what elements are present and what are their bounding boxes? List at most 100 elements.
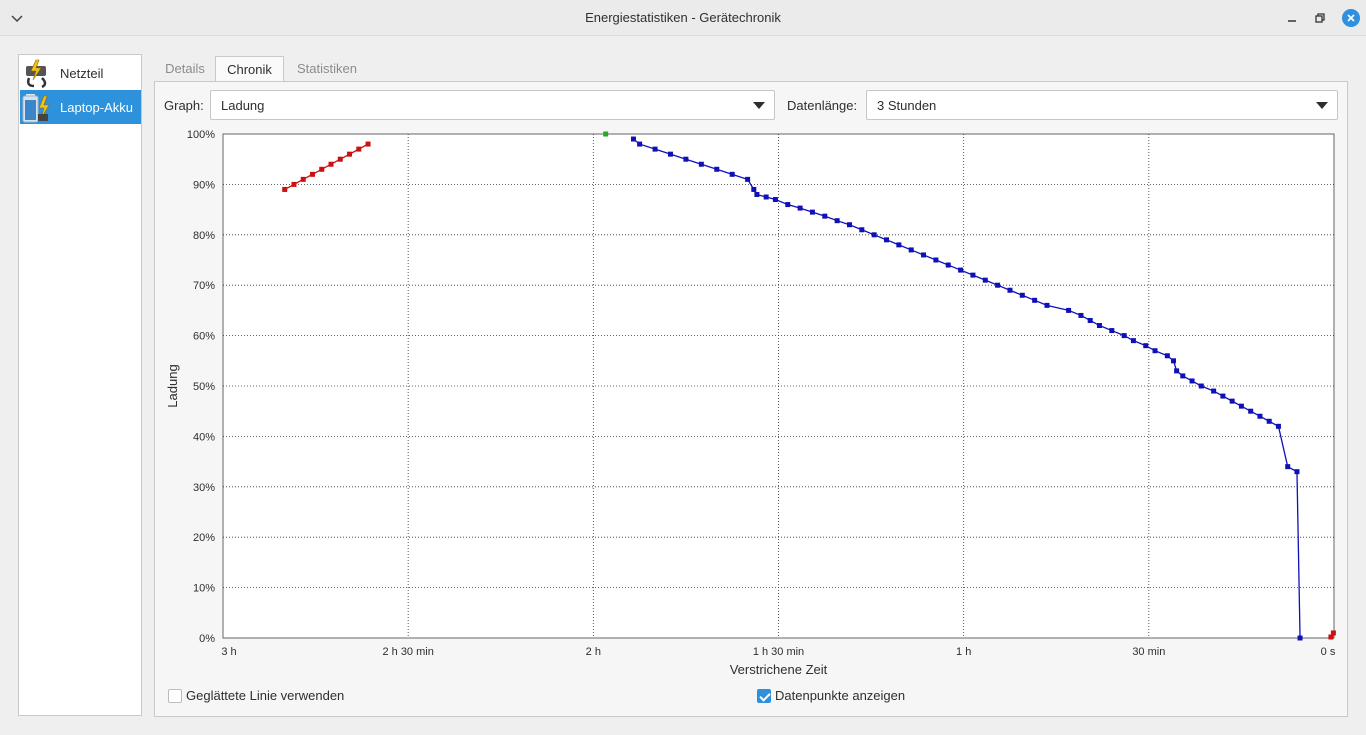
charge-history-chart: 0% 10% 20% 30% 40% 50% 60% 70% 80% 90% 100% 3 h 2 h …: [165, 129, 1336, 677]
y-tick-label: 100%: [187, 129, 215, 141]
close-icon: [1347, 14, 1355, 22]
data-point: [908, 247, 914, 253]
data-point: [754, 191, 760, 197]
data-point: [1164, 353, 1170, 359]
tab-details[interactable]: Details: [155, 56, 215, 82]
data-point: [319, 166, 325, 172]
data-point: [1189, 378, 1195, 384]
data-point: [921, 252, 927, 258]
data-point: [871, 232, 877, 238]
data-point: [683, 156, 689, 162]
data-point: [1198, 383, 1204, 389]
data-point: [637, 141, 643, 147]
y-tick-label: 20%: [193, 532, 215, 544]
window-title: Energiestatistiken - Gerätechronik: [585, 10, 781, 25]
data-point: [1285, 464, 1291, 470]
data-point: [772, 197, 778, 203]
x-tick-label: 30 min: [1132, 646, 1165, 658]
x-tick-label: 1 h: [956, 646, 971, 658]
dropdown-arrow-icon: [1316, 102, 1328, 109]
data-point: [822, 213, 828, 219]
y-tick-label: 60%: [193, 331, 215, 343]
data-point: [763, 194, 769, 200]
x-tick-label: 2 h 30 min: [382, 646, 433, 658]
close-button[interactable]: [1342, 9, 1360, 27]
data-point: [1174, 368, 1180, 374]
graph-label: Graph:: [164, 98, 204, 113]
data-point: [1109, 328, 1115, 334]
data-point: [797, 205, 803, 211]
data-point: [309, 171, 315, 177]
data-point: [1266, 418, 1272, 424]
data-point: [282, 186, 288, 192]
checkbox-box: [168, 688, 182, 703]
data-point: [1257, 413, 1263, 419]
data-point: [1087, 317, 1093, 323]
dropdown-arrow-icon: [753, 102, 765, 109]
device-item-netzteil[interactable]: Netzteil: [20, 56, 141, 90]
data-point: [1275, 423, 1281, 429]
smooth-line-checkbox[interactable]: Geglättete Linie verwenden: [168, 688, 344, 703]
data-point: [982, 277, 988, 283]
data-point: [652, 146, 658, 152]
data-point: [945, 262, 951, 268]
y-tick-label: 40%: [193, 431, 215, 443]
tab-statistiken[interactable]: Statistiken: [284, 56, 370, 82]
data-point: [1330, 630, 1336, 636]
graph-select-value: Ladung: [221, 98, 265, 113]
data-point: [1130, 338, 1136, 344]
tab-chronik[interactable]: Chronik: [215, 56, 284, 82]
power-supply-icon: [20, 56, 54, 90]
x-tick-label: 0 s: [1321, 646, 1336, 658]
battery-icon: [20, 90, 54, 124]
y-axis-label: Ladung: [165, 364, 180, 407]
y-tick-label: 50%: [193, 381, 215, 393]
data-point: [1171, 358, 1177, 364]
minimize-icon[interactable]: [1283, 9, 1301, 27]
x-tick-label: 1 h 30 min: [753, 646, 804, 658]
x-axis-label: Verstrichene Zeit: [730, 662, 828, 677]
data-point: [365, 141, 371, 147]
data-point: [729, 171, 735, 177]
data-point: [1066, 307, 1072, 313]
data-point: [958, 267, 964, 273]
length-label: Datenlänge:: [787, 98, 858, 113]
data-point: [995, 282, 1001, 288]
data-point: [751, 186, 757, 192]
data-point: [834, 218, 840, 224]
title-bar: Energiestatistiken - Gerätechronik: [0, 0, 1366, 36]
data-point: [1007, 287, 1013, 293]
data-point: [300, 176, 306, 182]
show-points-checkbox[interactable]: Datenpunkte anzeigen: [757, 688, 905, 703]
graph-select[interactable]: Ladung: [210, 90, 775, 120]
y-tick-label: 90%: [193, 179, 215, 191]
data-point: [1238, 403, 1244, 409]
data-point: [630, 136, 636, 142]
data-point: [714, 166, 720, 172]
data-point: [603, 131, 609, 137]
data-point: [1096, 323, 1102, 329]
length-select[interactable]: 3 Stunden: [866, 90, 1338, 120]
data-point: [1044, 302, 1050, 308]
device-label: Netzteil: [60, 65, 104, 81]
data-point: [846, 222, 852, 228]
data-point: [328, 161, 334, 167]
smooth-line-label: Geglättete Linie verwenden: [186, 688, 345, 703]
data-point: [1211, 388, 1217, 394]
data-point: [970, 272, 976, 278]
data-point: [745, 176, 751, 182]
y-tick-label: 0%: [199, 633, 215, 645]
data-point: [347, 151, 353, 157]
data-point: [1229, 398, 1235, 404]
device-item-laptop-akku[interactable]: Laptop-Akku: [20, 90, 141, 124]
restore-icon[interactable]: [1311, 9, 1329, 27]
data-point: [1294, 469, 1300, 475]
data-point: [291, 181, 297, 187]
data-point: [1078, 312, 1084, 318]
data-point: [1019, 292, 1025, 298]
y-tick-label: 10%: [193, 583, 215, 595]
x-tick-label: 2 h: [586, 646, 601, 658]
check-icon: [757, 688, 771, 703]
data-point: [1121, 333, 1127, 339]
device-label: Laptop-Akku: [60, 99, 133, 115]
